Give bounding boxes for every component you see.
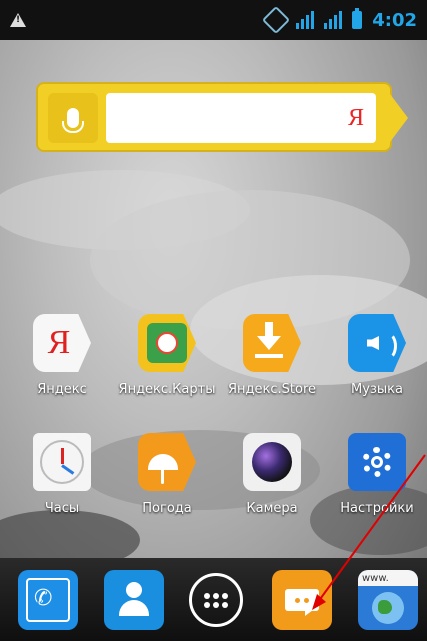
- yandex-search-widget: Я: [36, 82, 408, 152]
- app-label: Камера: [246, 501, 298, 516]
- browser-url-bar: www.: [358, 570, 418, 586]
- signal-1-icon: [296, 11, 315, 29]
- camera-icon: [243, 433, 301, 491]
- dock-phone[interactable]: ✆: [18, 570, 78, 630]
- messages-icon: [285, 589, 319, 616]
- microphone-icon: [62, 108, 84, 133]
- app-label: Часы: [44, 501, 80, 516]
- status-bar: 4:02: [0, 0, 427, 40]
- voice-search-button[interactable]: [48, 93, 98, 143]
- app-label: Погода: [142, 501, 192, 516]
- app-label: Яндекс: [37, 382, 87, 397]
- yandex-maps-icon: [138, 314, 196, 372]
- app-label: Яндекс.Store: [227, 382, 316, 397]
- dock-browser[interactable]: www.: [358, 570, 418, 630]
- music-icon: [348, 314, 406, 372]
- battery-icon: [352, 8, 363, 29]
- warning-icon: [10, 13, 26, 27]
- app-weather[interactable]: Погода: [121, 433, 213, 525]
- app-yandex-maps[interactable]: Яндекс.Карты: [118, 314, 216, 406]
- dock-contacts[interactable]: [104, 570, 164, 630]
- sync-icon: [262, 5, 291, 35]
- yandex-logo: Я: [347, 104, 364, 131]
- dock-messages[interactable]: [272, 570, 332, 630]
- app-settings[interactable]: Настройки: [331, 433, 423, 525]
- app-label: Яндекс.Карты: [118, 382, 216, 397]
- app-clock[interactable]: Часы: [16, 433, 108, 525]
- signal-2-icon: [324, 11, 343, 29]
- phone-icon: ✆: [26, 578, 70, 622]
- app-camera[interactable]: Камера: [226, 433, 318, 525]
- yandex-store-icon: [243, 314, 301, 372]
- clock-icon: [33, 433, 91, 491]
- apps-grid-icon: [189, 573, 243, 627]
- contacts-icon: [104, 570, 164, 630]
- app-music[interactable]: Музыка: [331, 314, 423, 406]
- app-label: Музыка: [351, 382, 403, 397]
- settings-icon: [348, 433, 406, 491]
- app-yandex-store[interactable]: Яндекс.Store: [226, 314, 318, 406]
- dock: ✆ www.: [0, 558, 427, 641]
- app-label: Настройки: [340, 501, 414, 516]
- globe-icon: [372, 592, 404, 624]
- app-drawer-button[interactable]: [186, 570, 246, 630]
- app-yandex[interactable]: Я Яндекс: [16, 314, 108, 406]
- status-time: 4:02: [372, 9, 417, 31]
- yandex-icon: Я: [33, 314, 91, 372]
- search-input[interactable]: Я: [106, 93, 376, 143]
- weather-icon: [138, 433, 196, 491]
